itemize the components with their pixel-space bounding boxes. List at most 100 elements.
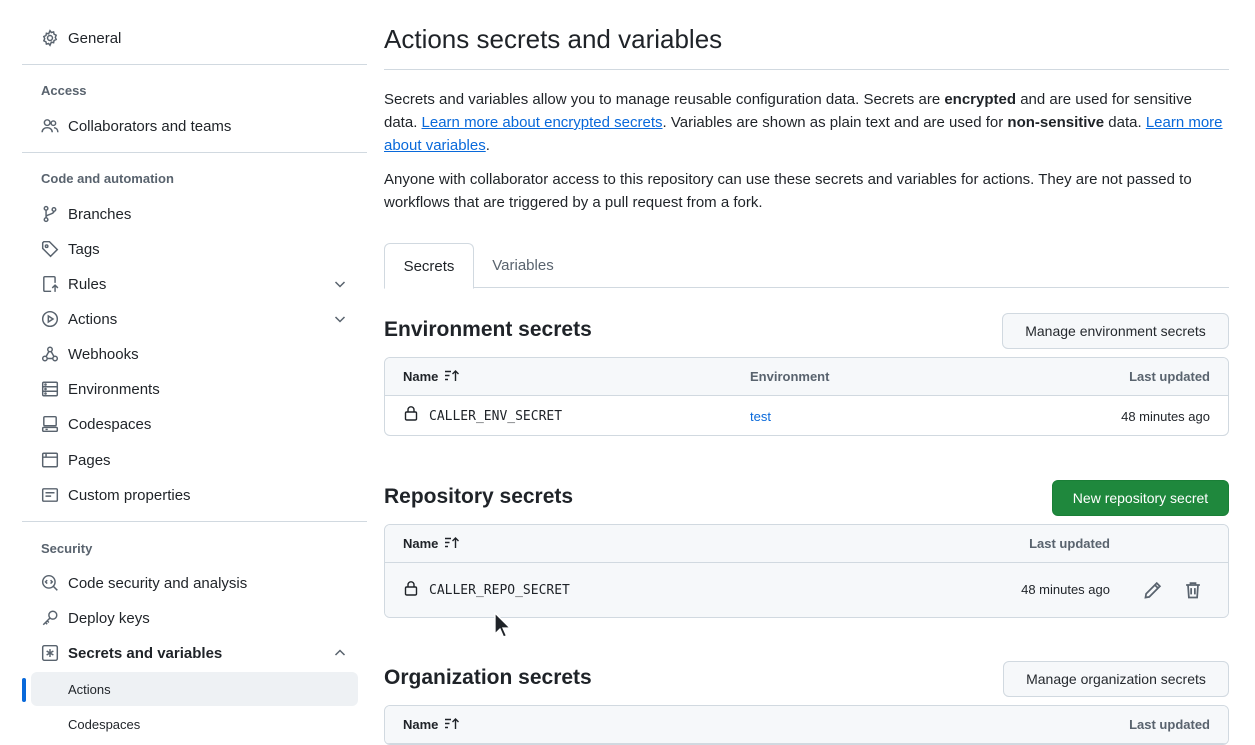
sidebar-item-code-security[interactable]: Code security and analysis — [31, 566, 360, 600]
sidebar-heading-code-automation: Code and automation — [41, 171, 174, 186]
sidebar-subitem-codespaces[interactable]: Codespaces — [31, 707, 358, 741]
last-updated: 48 minutes ago — [1121, 409, 1210, 424]
asterisk-icon — [40, 643, 60, 663]
pencil-icon[interactable] — [1143, 580, 1163, 600]
sidebar-item-tags[interactable]: Tags — [31, 232, 360, 266]
last-updated-column-header: Last updated — [1029, 536, 1110, 551]
sidebar-item-rules[interactable]: Rules — [31, 267, 360, 301]
sort-ascending-icon — [445, 370, 460, 381]
secret-name: CALLER_REPO_SECRET — [429, 583, 570, 598]
sidebar-item-environments[interactable]: Environments — [31, 372, 360, 406]
tab-secrets[interactable]: Secrets — [384, 243, 474, 289]
lock-icon — [404, 406, 418, 421]
active-indicator — [22, 678, 26, 702]
table-row: CALLER_ENV_SECRET test 48 minutes ago — [385, 396, 1228, 435]
last-updated-column-header: Last updated — [1129, 717, 1210, 732]
column-label: Name — [403, 716, 439, 732]
secrets-variables-tabs: Secrets Variables — [384, 243, 1229, 289]
tab-variables[interactable]: Variables — [474, 243, 572, 287]
settings-sidebar: General Access Collaborators and teams C… — [22, 0, 367, 732]
manage-environment-secrets-button[interactable]: Manage environment secrets — [1002, 313, 1229, 349]
last-updated-column-header: Last updated — [1129, 369, 1210, 384]
organization-secrets-heading: Organization secrets — [384, 666, 592, 689]
intro-emphasis: encrypted — [944, 91, 1017, 108]
last-updated: 48 minutes ago — [1021, 582, 1110, 597]
intro-emphasis: non-sensitive — [1007, 114, 1105, 131]
column-label: Name — [403, 368, 439, 384]
sidebar-item-label: Rules — [68, 275, 107, 293]
sidebar-item-label: Environments — [68, 380, 160, 398]
trash-icon[interactable] — [1183, 580, 1203, 600]
intro-text: data. — [1104, 114, 1146, 131]
sidebar-item-label: Codespaces — [68, 415, 152, 433]
repository-secrets-heading: Repository secrets — [384, 485, 574, 508]
branch-icon — [40, 204, 60, 224]
note-icon — [40, 485, 60, 505]
sidebar-item-label: Branches — [68, 205, 132, 223]
chevron-down-icon[interactable] — [332, 276, 348, 292]
lock-icon — [404, 581, 418, 596]
sidebar-subitem-actions[interactable]: Actions — [31, 672, 358, 706]
manage-organization-secrets-button[interactable]: Manage organization secrets — [1003, 661, 1229, 697]
intro-text: . Variables are shown as plain text and … — [662, 114, 1008, 131]
chevron-up-icon[interactable] — [332, 645, 348, 661]
people-icon — [40, 116, 60, 136]
sidebar-item-pages[interactable]: Pages — [31, 443, 360, 477]
title-divider — [384, 69, 1229, 70]
access-note: Anyone with collaborator access to this … — [384, 171, 1192, 211]
chevron-down-icon[interactable] — [332, 311, 348, 327]
page-title: Actions secrets and variables — [384, 24, 723, 54]
key-icon — [40, 608, 60, 628]
sidebar-item-webhooks[interactable]: Webhooks — [31, 337, 360, 371]
secret-name: CALLER_ENV_SECRET — [429, 409, 563, 424]
sidebar-item-codespaces[interactable]: Codespaces — [31, 407, 360, 441]
environment-secrets-heading: Environment secrets — [384, 318, 592, 341]
sidebar-item-general[interactable]: General — [31, 21, 360, 55]
sidebar-item-label: Custom properties — [68, 486, 191, 504]
environment-link[interactable]: test — [750, 409, 771, 424]
play-circle-icon — [40, 309, 60, 329]
tag-icon — [40, 239, 60, 259]
mouse-cursor-icon — [494, 612, 512, 638]
name-column-header[interactable]: Name — [403, 368, 460, 384]
sidebar-item-label: Tags — [68, 240, 100, 258]
repository-secrets-table: Name Last updated CALLER_REPO_SECRET 48 … — [384, 524, 1229, 618]
sidebar-item-secrets-variables[interactable]: Secrets and variables — [31, 636, 360, 670]
sidebar-item-label: Code security and analysis — [68, 574, 248, 592]
table-header: Name Last updated — [385, 706, 1228, 744]
learn-encrypted-secrets-link[interactable]: Learn more about encrypted secrets — [422, 114, 663, 131]
intro-text: Secrets and variables allow you to manag… — [384, 91, 945, 108]
webhook-icon — [40, 344, 60, 364]
environment-column-header: Environment — [750, 369, 830, 384]
sidebar-item-actions[interactable]: Actions — [31, 302, 360, 336]
environment-secrets-table: Name Environment Last updated CALLER_ENV… — [384, 357, 1229, 436]
intro-paragraph: Secrets and variables allow you to manag… — [384, 88, 1229, 157]
codescan-icon — [40, 573, 60, 593]
sort-ascending-icon — [445, 537, 460, 548]
sidebar-item-custom-properties[interactable]: Custom properties — [31, 478, 360, 512]
sidebar-item-deploy-keys[interactable]: Deploy keys — [31, 601, 360, 635]
table-row: CALLER_REPO_SECRET 48 minutes ago — [385, 563, 1228, 617]
gear-icon — [40, 28, 60, 48]
sidebar-divider — [22, 64, 367, 65]
rules-icon — [40, 274, 60, 294]
sidebar-heading-security: Security — [41, 541, 93, 556]
column-label: Name — [403, 535, 439, 551]
sidebar-item-label: Actions — [68, 310, 118, 328]
sort-ascending-icon — [445, 718, 460, 729]
sidebar-divider — [22, 152, 367, 153]
name-column-header[interactable]: Name — [403, 535, 460, 551]
sidebar-divider — [22, 521, 367, 522]
sidebar-item-label: Collaborators and teams — [68, 117, 232, 135]
codespaces-icon — [40, 414, 60, 434]
sidebar-item-label: Secrets and variables — [68, 644, 223, 662]
sidebar-heading-access: Access — [41, 83, 87, 98]
sidebar-item-collaborators[interactable]: Collaborators and teams — [31, 109, 360, 143]
new-repository-secret-button[interactable]: New repository secret — [1052, 480, 1229, 516]
name-column-header[interactable]: Name — [403, 716, 460, 732]
sidebar-item-label: Webhooks — [68, 345, 139, 363]
sidebar-item-branches[interactable]: Branches — [31, 197, 360, 231]
sidebar-item-label: General — [68, 29, 122, 47]
organization-secrets-table: Name Last updated — [384, 705, 1229, 745]
sidebar-item-label: Deploy keys — [68, 609, 150, 627]
